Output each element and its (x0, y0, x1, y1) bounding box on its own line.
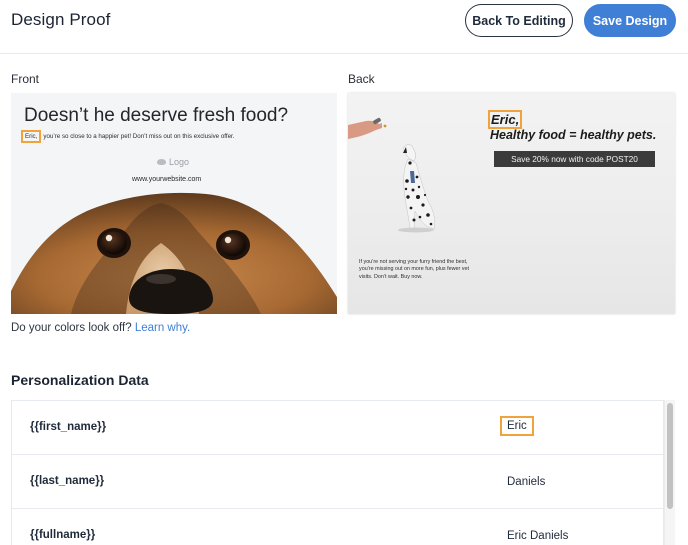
colors-notice: Do your colors look off? Learn why. (11, 322, 190, 334)
merge-field-key: {{last_name}} (30, 475, 105, 487)
header-bar: Design Proof Back To Editing Save Design (0, 0, 688, 54)
front-personalized-name: Eric, (21, 130, 42, 143)
back-to-editing-button[interactable]: Back To Editing (465, 4, 573, 37)
back-label: Back (348, 72, 375, 86)
personalization-section-title: Personalization Data (11, 372, 149, 388)
logo-icon (157, 159, 166, 165)
front-label: Front (11, 72, 40, 86)
merge-field-key: {{fullname}} (30, 529, 96, 541)
page-title: Design Proof (11, 10, 111, 29)
save-design-button[interactable]: Save Design (584, 4, 676, 37)
front-subline: Eric, you’re so close to a happier pet! D… (21, 130, 235, 143)
back-proof-image: Eric, Healthy food = healthy pets. Save … (348, 93, 675, 314)
scrollbar-thumb[interactable] (667, 403, 673, 509)
colors-notice-text: Do your colors look off? (11, 322, 132, 334)
personalization-table: {{first_name}} Eric {{last_name}} Daniel… (11, 400, 664, 545)
learn-why-link[interactable]: Learn why. (135, 322, 190, 334)
merge-field-value: Daniels (507, 476, 546, 488)
front-logo-text: Logo (169, 157, 190, 167)
front-headline: Doesn’t he deserve fresh food? (24, 105, 289, 126)
back-tagline: Healthy food = healthy pets. (490, 128, 657, 142)
front-proof-image: Doesn’t he deserve fresh food? Eric, you’… (11, 93, 337, 314)
back-promo-code: Save 20% now with code POST20 (494, 151, 655, 167)
merge-field-value: Eric (500, 416, 534, 436)
table-scrollbar[interactable] (664, 400, 675, 545)
table-row: {{first_name}} Eric (12, 401, 663, 455)
table-row: {{last_name}} Daniels (12, 455, 663, 509)
back-personalized-name: Eric, (488, 110, 523, 129)
back-body-text: If you’re not serving your furry friend … (359, 259, 469, 280)
merge-field-key: {{first_name}} (30, 421, 107, 433)
front-subline-text: you’re so close to a happier pet! Don’t … (43, 133, 235, 140)
front-website: www.yourwebsite.com (132, 176, 202, 183)
merge-field-value: Eric Daniels (507, 530, 569, 542)
front-logo: Logo (157, 157, 189, 167)
table-row: {{fullname}} Eric Daniels (12, 509, 663, 545)
